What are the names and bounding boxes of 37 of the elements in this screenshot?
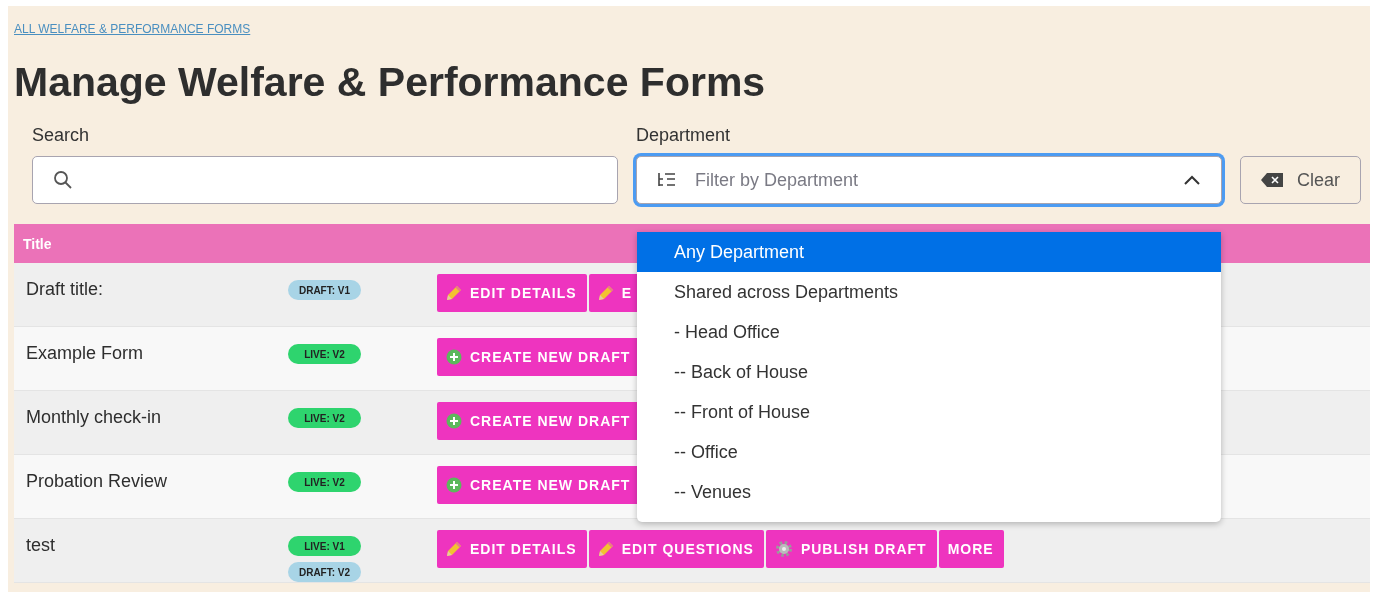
pencil-icon (597, 541, 614, 557)
version-badge: LIVE: V2 (288, 472, 361, 492)
breadcrumb-link[interactable]: ALL WELFARE & PERFORMANCE FORMS (14, 22, 251, 36)
pencil-icon (597, 285, 614, 301)
action-button[interactable]: EDIT QUESTIONS (588, 530, 764, 568)
pencil-icon (446, 541, 462, 557)
plus-circle-icon (446, 413, 462, 429)
action-button[interactable]: EDIT DETAILS (437, 274, 587, 312)
gear-icon (774, 540, 793, 558)
plus-circle-icon (446, 349, 462, 365)
version-badge: LIVE: V2 (288, 408, 361, 428)
clear-button[interactable]: Clear (1240, 156, 1361, 204)
department-select[interactable]: Filter by Department (636, 156, 1222, 204)
dropdown-option[interactable]: Any Department (637, 232, 1221, 272)
form-title: Probation Review (25, 470, 169, 493)
tree-list-icon (657, 172, 677, 188)
form-title: Example Form (25, 342, 145, 365)
version-badge: LIVE: V2 (288, 344, 361, 364)
department-label: Department (636, 125, 732, 146)
page-heading: Manage Welfare & Performance Forms (14, 59, 767, 106)
chevron-icon (1183, 174, 1201, 186)
form-title: Monthly check-in (25, 406, 163, 429)
action-button[interactable]: EDIT DETAILS (437, 530, 587, 568)
search-label: Search (32, 125, 91, 146)
version-badge: LIVE: V1 (288, 536, 361, 556)
search-icon (53, 170, 73, 190)
column-header: Title (23, 235, 52, 252)
version-badge: DRAFT: V1 (288, 280, 361, 300)
backspace-icon (1261, 173, 1283, 187)
pencil-icon (446, 285, 462, 301)
action-button[interactable]: PUBLISH DRAFT (765, 530, 937, 568)
plus-circle-icon (446, 477, 462, 493)
form-title: test (25, 534, 56, 557)
form-title: Draft title: (25, 278, 105, 301)
version-badge: DRAFT: V2 (288, 562, 361, 582)
action-button[interactable]: MORE (938, 530, 1004, 568)
search-field[interactable] (32, 156, 618, 204)
